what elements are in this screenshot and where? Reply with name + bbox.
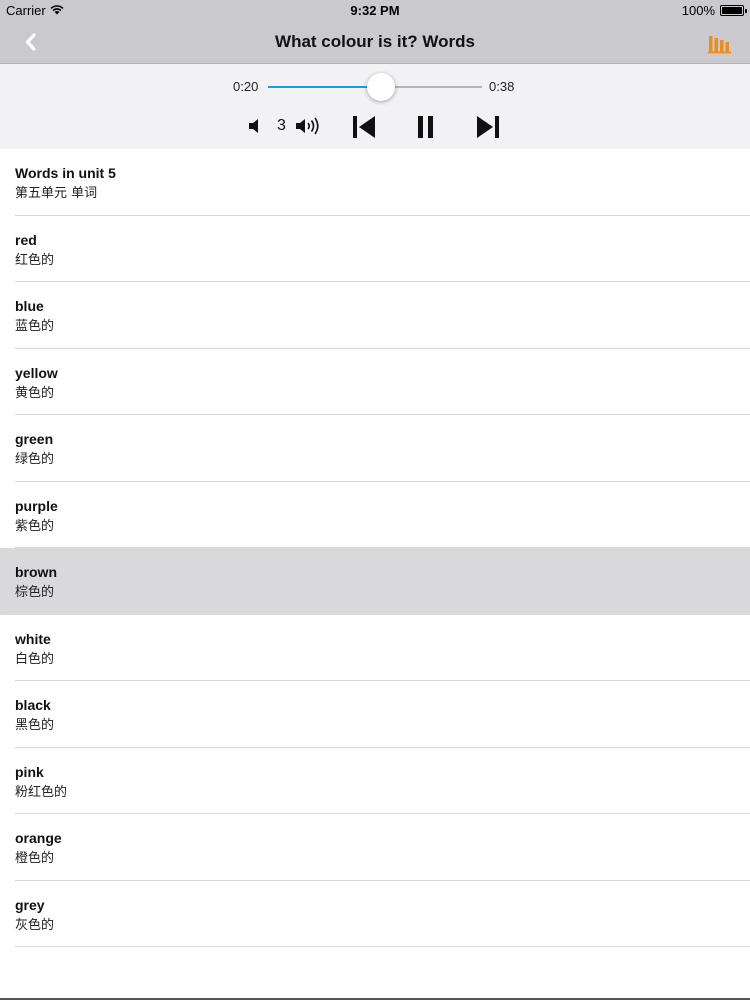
item-chinese: 粉红色的: [15, 784, 68, 800]
battery-percent: 100%: [681, 3, 715, 18]
item-chinese: 灰色的: [15, 917, 55, 933]
list-item[interactable]: blue 蓝色的: [0, 282, 750, 349]
list-item[interactable]: Words in unit 5 第五单元 单词: [0, 149, 750, 216]
item-english: yellow: [15, 364, 58, 381]
item-english: grey: [15, 896, 45, 913]
audio-player: 0:20 0:38 3: [0, 64, 750, 149]
item-chinese: 白色的: [15, 651, 55, 667]
item-english: blue: [15, 298, 44, 314]
list-item[interactable]: pink 粉红色的: [0, 747, 750, 814]
list-item[interactable]: black 黑色的: [0, 681, 750, 748]
status-bar: Carrier 9:32 PM 100%: [0, 0, 750, 20]
status-right: 100%: [681, 3, 747, 18]
list-item[interactable]: yellow 黄色的: [0, 348, 750, 415]
total-time: 0:38: [489, 79, 515, 94]
item-chinese: 紫色的: [15, 518, 55, 534]
chart-button[interactable]: [708, 32, 732, 54]
list-item[interactable]: grey 灰色的: [0, 880, 750, 947]
list-item[interactable]: brown 棕色的: [0, 548, 750, 615]
item-chinese: 红色的: [15, 252, 55, 268]
slider-thumb[interactable]: [366, 73, 395, 101]
page-title: What colour is it? Words: [275, 32, 475, 51]
item-english: Words in unit 5: [15, 165, 116, 181]
item-english: green: [15, 431, 54, 447]
speaker-icon: [249, 119, 258, 133]
progress-slider[interactable]: [268, 73, 482, 101]
item-chinese: 绿色的: [15, 452, 55, 467]
list-item[interactable]: purple 紫色的: [0, 481, 750, 548]
item-chinese: 黄色的: [15, 385, 55, 401]
pause-button[interactable]: [413, 113, 439, 141]
list-item[interactable]: orange 橙色的: [0, 814, 750, 881]
list-item[interactable]: green 绿色的: [0, 415, 750, 482]
bar-chart-icon: [708, 36, 731, 54]
skip-back-icon: [353, 116, 375, 138]
volume-up-button[interactable]: [295, 114, 325, 138]
list-item[interactable]: white 白色的: [0, 614, 750, 681]
item-chinese: 第五单元 单词: [15, 186, 98, 201]
item-chinese: 黑色的: [15, 718, 55, 733]
previous-button[interactable]: [350, 113, 378, 141]
elapsed-time: 0:20: [233, 79, 259, 94]
item-english: orange: [15, 830, 62, 846]
list-item[interactable]: red 红色的: [0, 215, 750, 282]
progress-fill: [268, 86, 381, 88]
status-time: 9:32 PM: [350, 3, 400, 18]
item-english: red: [15, 231, 37, 248]
item-english: black: [15, 697, 51, 713]
pause-icon: [418, 116, 433, 138]
word-list: Words in unit 5 第五单元 单词 red 红色的 blue 蓝色的 ye…: [0, 149, 750, 947]
skip-forward-icon: [477, 116, 499, 138]
battery-icon: [720, 5, 747, 16]
navigation-bar: What colour is it? Words: [0, 20, 750, 64]
item-chinese: 蓝色的: [15, 319, 55, 334]
item-chinese: 棕色的: [15, 585, 55, 600]
speaker-loud-icon: [296, 117, 319, 135]
item-english: purple: [15, 497, 58, 514]
item-english: white: [15, 630, 51, 647]
next-button[interactable]: [474, 113, 502, 141]
volume-level: 3: [277, 117, 286, 134]
volume-down-button[interactable]: [246, 115, 266, 137]
item-english: brown: [15, 564, 57, 580]
item-english: pink: [15, 763, 44, 780]
item-chinese: 橙色的: [15, 851, 55, 866]
